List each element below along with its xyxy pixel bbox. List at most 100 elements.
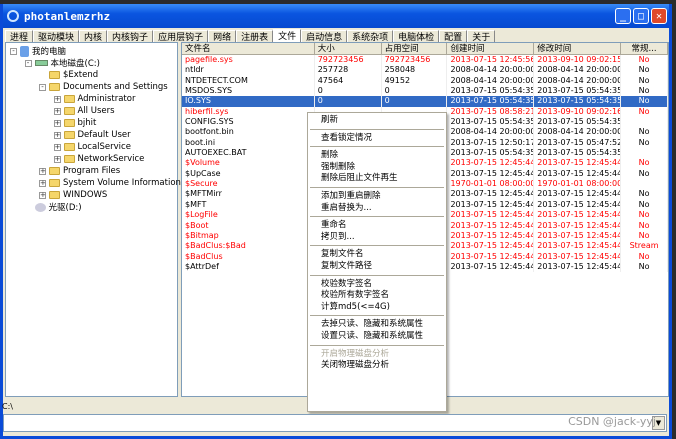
app-icon bbox=[7, 10, 19, 22]
collapse-icon[interactable]: - bbox=[24, 59, 32, 67]
cell: 0 bbox=[315, 86, 382, 97]
menu-item[interactable]: 添加到重启删除 bbox=[308, 191, 446, 203]
column-header[interactable]: 文件名 bbox=[182, 43, 315, 54]
expand-icon[interactable]: + bbox=[39, 179, 46, 187]
cell: $Secure bbox=[182, 179, 315, 190]
cell: 2013-07-15 12:45:56 bbox=[447, 55, 535, 66]
folder-tree[interactable]: - 我的电脑 - 本地磁盘(C:) $Extend - Documents and Sett… bbox=[5, 42, 181, 397]
tree-node[interactable]: + bjhit bbox=[53, 118, 96, 128]
expand-icon[interactable]: + bbox=[53, 119, 61, 127]
expand-icon[interactable]: + bbox=[53, 95, 61, 103]
tree-node[interactable]: 光驱(D:) bbox=[25, 202, 82, 213]
cell: MSDOS.SYS bbox=[182, 86, 315, 97]
tree-node[interactable]: - Documents and Settings bbox=[39, 82, 168, 92]
menu-item[interactable]: 去掉只读、隐藏和系统属性 bbox=[308, 319, 446, 331]
expand-icon[interactable]: + bbox=[39, 167, 46, 175]
cell: 49152 bbox=[382, 75, 448, 87]
close-button[interactable]: ✕ bbox=[651, 8, 667, 24]
cell: 2013-07-15 12:45:44 bbox=[534, 168, 622, 180]
cell: $BadClus:$Bad bbox=[182, 241, 315, 252]
tree-node[interactable]: + LocalService bbox=[53, 142, 131, 152]
menu-item[interactable]: 计算md5(<=4G) bbox=[308, 302, 446, 314]
cell: 2008-04-14 20:00:00 bbox=[447, 127, 535, 138]
column-header[interactable]: 修改时间 bbox=[534, 43, 622, 54]
cell: No bbox=[621, 158, 668, 169]
cell: 2013-07-15 12:45:44 bbox=[447, 251, 535, 262]
folder-icon bbox=[63, 131, 75, 139]
tree-node[interactable]: + Default User bbox=[53, 130, 131, 140]
expand-icon[interactable]: + bbox=[53, 143, 61, 151]
tree-node[interactable]: + All Users bbox=[53, 106, 115, 116]
menu-item: 开启物理磁盘分析 bbox=[321, 348, 390, 359]
collapse-icon[interactable]: - bbox=[39, 83, 46, 91]
tree-node-label: Administrator bbox=[77, 94, 136, 104]
collapse-icon[interactable]: - bbox=[10, 47, 17, 55]
menu-item[interactable]: 查看锁定情况 bbox=[308, 133, 446, 145]
tree-node[interactable]: + WINDOWS bbox=[39, 190, 107, 200]
column-header[interactable]: 常规... bbox=[621, 43, 668, 54]
cell: bootfont.bin bbox=[182, 127, 315, 138]
tree-line bbox=[25, 204, 32, 211]
expand-icon[interactable]: + bbox=[53, 131, 61, 139]
tree-node-label: Default User bbox=[77, 130, 131, 140]
cell: 47564 bbox=[315, 75, 382, 87]
cell: No bbox=[621, 199, 668, 211]
menu-item[interactable]: 删除 bbox=[308, 150, 446, 162]
cell: CONFIG.SYS bbox=[182, 117, 315, 128]
column-header[interactable]: 大小 bbox=[315, 43, 382, 54]
maximize-button[interactable]: □ bbox=[633, 8, 649, 24]
cell: 2013-07-15 12:45:44 bbox=[447, 261, 535, 273]
column-header[interactable]: 创建时间 bbox=[447, 43, 535, 54]
cell: 2013-07-15 12:45:44 bbox=[447, 241, 535, 252]
menu-item[interactable]: 刷新 bbox=[308, 115, 446, 127]
expand-icon[interactable]: + bbox=[53, 107, 61, 115]
menu-item[interactable]: 强制删除 bbox=[308, 162, 446, 174]
menu-item[interactable]: 复制文件路径 bbox=[308, 261, 446, 273]
computer-icon bbox=[20, 45, 29, 57]
cell: No bbox=[621, 75, 668, 87]
expand-icon[interactable]: + bbox=[39, 191, 46, 199]
tree-node[interactable]: + System Volume Information bbox=[39, 178, 181, 188]
column-header[interactable]: 占用空间 bbox=[382, 43, 448, 54]
tree-node[interactable]: - 我的电脑 bbox=[10, 45, 66, 57]
cell: 2013-07-15 12:45:44 bbox=[447, 158, 535, 169]
cell: 1970-01-01 08:00:00 bbox=[447, 179, 535, 190]
folder-icon bbox=[49, 191, 60, 199]
cell: 2013-07-15 12:45:44 bbox=[534, 199, 622, 211]
menu-item[interactable]: 校验数字签名 bbox=[308, 279, 446, 291]
tree-node[interactable]: + Administrator bbox=[53, 94, 136, 104]
menu-separator bbox=[310, 186, 444, 188]
tree-node[interactable]: - 本地磁盘(C:) bbox=[24, 58, 100, 69]
cell: $Boot bbox=[182, 220, 315, 231]
cell: 2013-07-15 08:58:21 bbox=[447, 106, 535, 118]
tree-node[interactable]: $Extend bbox=[39, 70, 98, 80]
menu-item[interactable]: 拷贝到... bbox=[308, 232, 446, 244]
menu-item[interactable]: 重启替换为... bbox=[308, 203, 446, 215]
table-row[interactable]: NTDETECT.COM 47564 49152 2008-04-14 20:00:0… bbox=[182, 75, 668, 87]
table-row[interactable]: MSDOS.SYS 0 0 2013-07-15 05:54:35 2013-07-15… bbox=[182, 86, 668, 97]
cell: 1970-01-01 08:00:00 bbox=[534, 179, 622, 190]
expand-icon[interactable]: + bbox=[53, 155, 61, 163]
minimize-button[interactable]: _ bbox=[615, 8, 631, 24]
cell: 2013-07-15 05:54:35 bbox=[534, 117, 622, 128]
folder-icon bbox=[49, 83, 60, 91]
tree-node[interactable]: + Program Files bbox=[39, 166, 120, 176]
cell: boot.ini bbox=[182, 137, 315, 149]
cell: No bbox=[621, 210, 668, 221]
table-row[interactable]: IO.SYS 0 0 2013-07-15 05:54:35 2013-07-15 05… bbox=[182, 96, 668, 107]
tree-node-label: $Extend bbox=[63, 70, 99, 80]
cell: 2013-07-15 05:47:52 bbox=[534, 137, 622, 149]
menu-item[interactable]: 校验所有数字签名 bbox=[308, 290, 446, 302]
menu-item[interactable]: 关闭物理磁盘分析 bbox=[308, 360, 446, 372]
table-row[interactable]: ntldr 257728 258048 2008-04-14 20:00:00 2008… bbox=[182, 65, 668, 76]
cell: 2013-07-15 05:54:35 bbox=[447, 117, 535, 128]
tree-node[interactable]: + NetworkService bbox=[53, 154, 144, 164]
menu-item[interactable]: 删除后阻止文件再生 bbox=[308, 173, 446, 185]
menu-item[interactable]: 设置只读、隐藏和系统属性 bbox=[308, 331, 446, 343]
cell: 2013-07-15 05:54:35 bbox=[534, 86, 622, 97]
cell: Stream bbox=[621, 241, 668, 252]
table-row[interactable]: pagefile.sys 792723456 792723456 2013-07-15… bbox=[182, 55, 668, 66]
cell: 2008-04-14 20:00:00 bbox=[534, 75, 622, 87]
menu-item[interactable]: 复制文件名 bbox=[308, 249, 446, 261]
menu-item[interactable]: 重命名 bbox=[308, 220, 446, 232]
